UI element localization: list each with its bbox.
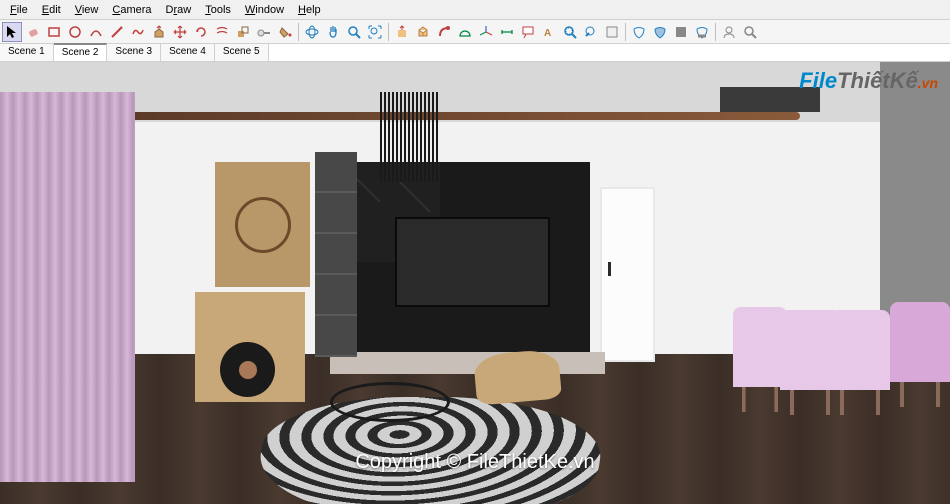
zoom-tool[interactable]: [344, 22, 364, 42]
menu-draw[interactable]: Draw: [160, 2, 198, 18]
axes-tool[interactable]: [476, 22, 496, 42]
watermark-logo: FileThiếtKế.vn: [799, 68, 938, 94]
scene-door-handle: [608, 262, 611, 276]
toolbar-separator: [625, 23, 626, 41]
3d-text-tool[interactable]: A: [539, 22, 559, 42]
section-display-tool[interactable]: [650, 22, 670, 42]
pan-tool[interactable]: [323, 22, 343, 42]
scale-tool[interactable]: [233, 22, 253, 42]
zoom-window-tool[interactable]: [560, 22, 580, 42]
menu-bar: File Edit View Camera Draw Tools Window …: [0, 0, 950, 20]
user-tool[interactable]: [719, 22, 739, 42]
scene-dining-chair: [733, 307, 787, 387]
rectangle-tool[interactable]: [44, 22, 64, 42]
main-toolbar: A: [0, 20, 950, 44]
scene-tab-3[interactable]: Scene 3: [107, 44, 161, 61]
push-tool-2[interactable]: [392, 22, 412, 42]
scene-dining-chair: [890, 302, 950, 382]
scene-cabinet-speaker: [220, 342, 275, 397]
protractor-tool[interactable]: [455, 22, 475, 42]
toolbar-separator: [298, 23, 299, 41]
toolbar-separator: [388, 23, 389, 41]
zoom-extents-tool[interactable]: [365, 22, 385, 42]
watermark-copyright: Copyright © FileThietKe.vn: [0, 451, 950, 474]
menu-help[interactable]: Help: [292, 2, 327, 18]
scene-chandelier: [380, 92, 440, 182]
scene-tab-4[interactable]: Scene 4: [161, 44, 215, 61]
svg-text:A: A: [544, 28, 551, 39]
section-tool[interactable]: [629, 22, 649, 42]
toolbar-separator: [715, 23, 716, 41]
circle-tool[interactable]: [65, 22, 85, 42]
menu-file[interactable]: File: [4, 2, 34, 18]
scene-dining-chair: [830, 310, 890, 390]
scene-tab-5[interactable]: Scene 5: [215, 44, 269, 61]
menu-tools[interactable]: Tools: [199, 2, 237, 18]
tape-measure-tool[interactable]: [254, 22, 274, 42]
scene-tv: [395, 217, 550, 307]
outliner-tool[interactable]: [413, 22, 433, 42]
menu-view[interactable]: View: [69, 2, 105, 18]
orbit-tool[interactable]: [302, 22, 322, 42]
scene-display-shelf: [315, 152, 357, 357]
menu-edit[interactable]: Edit: [36, 2, 67, 18]
freehand-tool[interactable]: [128, 22, 148, 42]
rotate-tool[interactable]: [191, 22, 211, 42]
scene-tab-1[interactable]: Scene 1: [0, 44, 54, 61]
line-tool[interactable]: [107, 22, 127, 42]
offset-tool[interactable]: [212, 22, 232, 42]
scene-altar-panel: [215, 162, 310, 287]
select-tool[interactable]: [2, 22, 22, 42]
3d-viewport[interactable]: FileThiếtKế.vn Copyright © FileThietKe.v…: [0, 62, 950, 504]
arc-tool[interactable]: [86, 22, 106, 42]
section-fill-tool[interactable]: [671, 22, 691, 42]
dimension-tool[interactable]: [497, 22, 517, 42]
paint-bucket-tool[interactable]: [275, 22, 295, 42]
scene-coffee-table: [330, 382, 450, 422]
scene-ceiling-trim: [120, 112, 800, 120]
scene-tab-2[interactable]: Scene 2: [54, 43, 108, 61]
iso-view-tool[interactable]: [602, 22, 622, 42]
scene-lounge-chair: [475, 352, 570, 427]
move-tool[interactable]: [170, 22, 190, 42]
menu-window[interactable]: Window: [239, 2, 290, 18]
previous-view-tool[interactable]: [581, 22, 601, 42]
push-pull-tool[interactable]: [149, 22, 169, 42]
search-tool[interactable]: [740, 22, 760, 42]
menu-camera[interactable]: Camera: [106, 2, 157, 18]
text-tool[interactable]: [518, 22, 538, 42]
follow-me-tool[interactable]: [434, 22, 454, 42]
shadows-tool[interactable]: [692, 22, 712, 42]
scene-curtain: [0, 92, 135, 482]
scene-tabs-bar: Scene 1 Scene 2 Scene 3 Scene 4 Scene 5: [0, 44, 950, 62]
eraser-tool[interactable]: [23, 22, 43, 42]
